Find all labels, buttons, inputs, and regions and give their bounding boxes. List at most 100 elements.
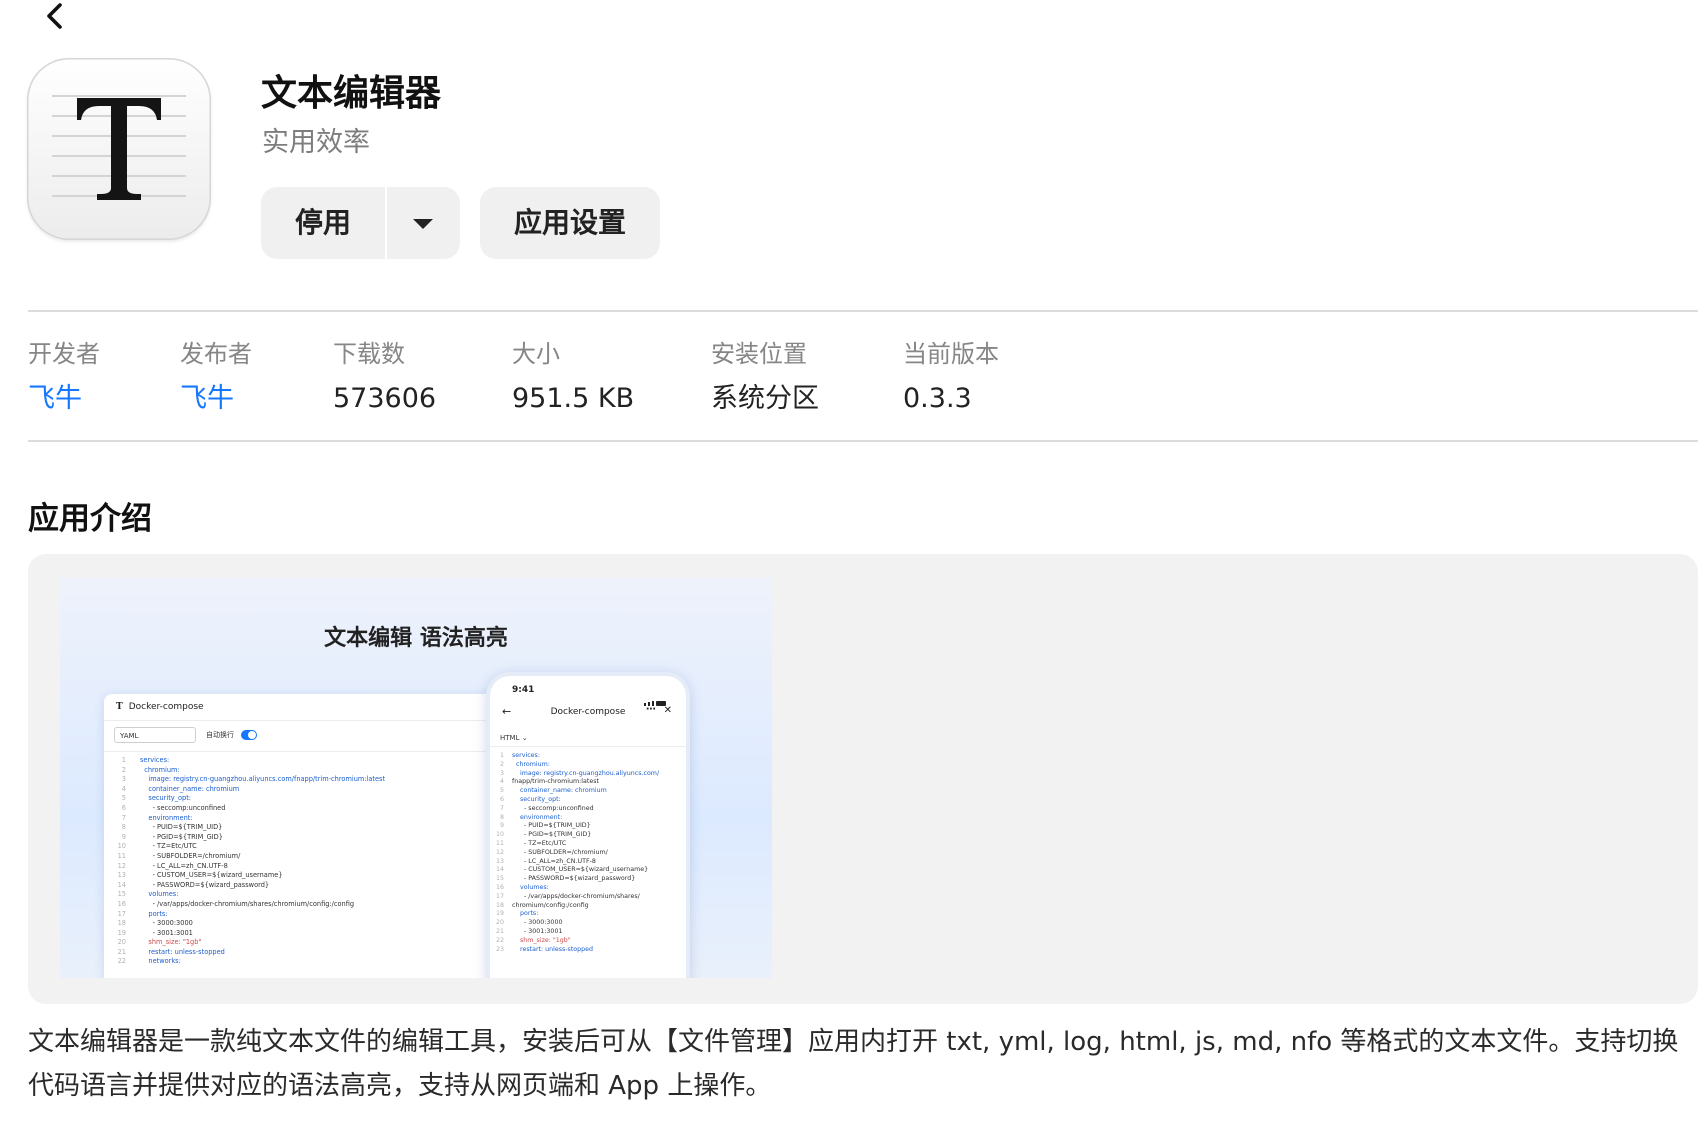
line-number: 12 — [117, 861, 126, 870]
code-text: container_name: chromium — [512, 787, 607, 795]
code-text: fnapp/trim-chromium:latest — [512, 778, 599, 786]
line-number: 11 — [117, 851, 126, 860]
line-number: 1 — [121, 756, 126, 764]
line-number: 18 — [117, 919, 126, 928]
line-number: 19 — [117, 928, 126, 937]
developer-link[interactable]: 飞牛 — [28, 381, 100, 417]
code-line: 2 chromium: — [490, 761, 686, 770]
code-text: - PASSWORD=${wizard_password} — [140, 880, 270, 889]
code-line: 18 chromium/config:/config — [490, 902, 686, 911]
app-settings-button[interactable]: 应用设置 — [480, 187, 660, 259]
code-text: ports: — [140, 909, 168, 918]
code-text: ports: — [512, 910, 539, 918]
code-text: - 3001:3001 — [140, 928, 193, 937]
text-editor-app-icon — [52, 95, 186, 200]
code-text: restart: unless-stopped — [512, 945, 594, 953]
code-line: 17 - /var/apps/docker-chromium/shares/ — [490, 893, 686, 902]
line-number: 21 — [117, 947, 126, 956]
info-downloads: 下载数 573606 — [333, 338, 436, 417]
line-number: 7 — [121, 813, 126, 822]
back-button[interactable] — [40, 0, 70, 34]
info-label: 下载数 — [333, 340, 405, 368]
code-line: 14 - CUSTOM_USER=${wizard_username} — [490, 866, 686, 875]
code-text: environment: — [140, 813, 193, 822]
wrap-toggle — [241, 730, 257, 740]
line-number: 4 — [121, 784, 126, 793]
divider-top — [28, 310, 1698, 312]
info-label: 当前版本 — [903, 340, 999, 368]
line-number: 8 — [499, 813, 504, 821]
downloads-value: 573606 — [333, 383, 437, 414]
code-line: 20 - 3000:3000 — [490, 919, 686, 928]
line-number: 17 — [495, 892, 504, 900]
mobile-nav: ← Docker-compose ⋯ ✕ — [490, 704, 686, 726]
code-text: volumes: — [512, 883, 549, 891]
disable-button[interactable]: 停用 — [261, 187, 385, 259]
code-text: services: — [512, 752, 540, 759]
code-text: restart: unless-stopped — [140, 947, 225, 956]
mobile-language: HTML ⌄ — [500, 734, 528, 742]
code-line: 19 ports: — [490, 910, 686, 919]
line-number: 8 — [121, 823, 126, 832]
code-line: 11 - TZ=Etc/UTC — [490, 840, 686, 849]
app-icon — [27, 58, 211, 240]
publisher-link[interactable]: 飞牛 — [180, 381, 252, 417]
info-label: 发布者 — [180, 340, 252, 368]
mobile-language-value: HTML — [500, 734, 520, 742]
code-line: 10 - PGID=${TRIM_GID} — [490, 831, 686, 840]
code-line: 6 security_opt: — [490, 796, 686, 805]
line-number: 14 — [117, 880, 126, 889]
intro-title: 应用介绍 — [28, 501, 152, 537]
line-number: 2 — [499, 760, 504, 768]
line-number: 1 — [499, 752, 504, 759]
code-line: 5 container_name: chromium — [490, 787, 686, 796]
line-number: 19 — [495, 910, 504, 918]
screenshot-thumbnail[interactable]: 文本编辑 语法高亮 T Docker-compose YAML 自动换行 1 ser… — [60, 578, 772, 978]
info-label: 安装位置 — [711, 340, 807, 368]
mobile-preview: 9:41 ← Docker-compose ⋯ ✕ HTML ⌄ 1 servic… — [486, 672, 690, 978]
size-value: 951.5 KB — [512, 383, 635, 414]
mobile-title: Docker-compose — [550, 707, 626, 717]
caret-down-icon — [413, 219, 433, 229]
language-select: YAML — [114, 727, 196, 743]
code-text: - PGID=${TRIM_GID} — [512, 831, 592, 839]
screenshot-gallery: 文本编辑 语法高亮 T Docker-compose YAML 自动换行 1 ser… — [28, 554, 1698, 1004]
mobile-code: 1 services: 2 chromium: 3 image: registry.c… — [490, 752, 686, 954]
code-text: - 3001:3001 — [512, 927, 563, 935]
code-line: 9 - PUID=${TRIM_UID} — [490, 822, 686, 831]
code-text: - 3000:3000 — [512, 919, 563, 927]
code-text: - seccomp:unconfined — [140, 803, 226, 812]
code-text: - TZ=Etc/UTC — [140, 842, 197, 851]
app-category: 实用效率 — [262, 127, 370, 158]
code-line: 23 restart: unless-stopped — [490, 946, 686, 955]
disable-split-button: 停用 — [261, 187, 460, 259]
line-number: 23 — [495, 945, 504, 953]
code-text: shm_size: "1gb" — [512, 936, 571, 944]
info-install-location: 安装位置 系统分区 — [711, 338, 819, 417]
screenshot-headline: 文本编辑 语法高亮 — [324, 626, 508, 651]
line-number: 15 — [117, 890, 126, 899]
code-line: 3 image: registry.cn-guangzhou.aliyuncs.… — [490, 770, 686, 779]
language-value: YAML — [120, 732, 139, 740]
code-line: 12 - SUBFOLDER=/chromium/ — [490, 849, 686, 858]
line-number: 4 — [499, 778, 504, 786]
code-text: image: registry.cn-guangzhou.aliyuncs.co… — [140, 775, 386, 784]
code-text: environment: — [512, 813, 563, 821]
code-text: chromium/config:/config — [512, 901, 589, 909]
code-text: security_opt: — [512, 795, 561, 803]
line-number: 22 — [495, 936, 504, 944]
app-description: 文本编辑器是一款纯文本文件的编辑工具，安装后可从【文件管理】应用内打开 txt,… — [28, 1027, 1679, 1101]
code-text: - LC_ALL=zh_CN.UTF-8 — [140, 861, 228, 870]
code-text: - PUID=${TRIM_UID} — [140, 823, 223, 832]
code-line: 4 fnapp/trim-chromium:latest — [490, 778, 686, 787]
line-number: 18 — [495, 901, 504, 909]
dropdown-button[interactable] — [387, 187, 460, 259]
back-arrow-icon — [47, 3, 62, 29]
code-text: container_name: chromium — [140, 784, 240, 793]
info-developer: 开发者 飞牛 — [28, 338, 100, 417]
code-text: - /var/apps/docker-chromium/shares/chrom… — [140, 899, 355, 908]
code-text: shm_size: "1gb" — [140, 938, 202, 947]
line-number: 10 — [495, 831, 504, 839]
code-text: - CUSTOM_USER=${wizard_username} — [140, 871, 283, 880]
line-number: 20 — [117, 938, 126, 947]
